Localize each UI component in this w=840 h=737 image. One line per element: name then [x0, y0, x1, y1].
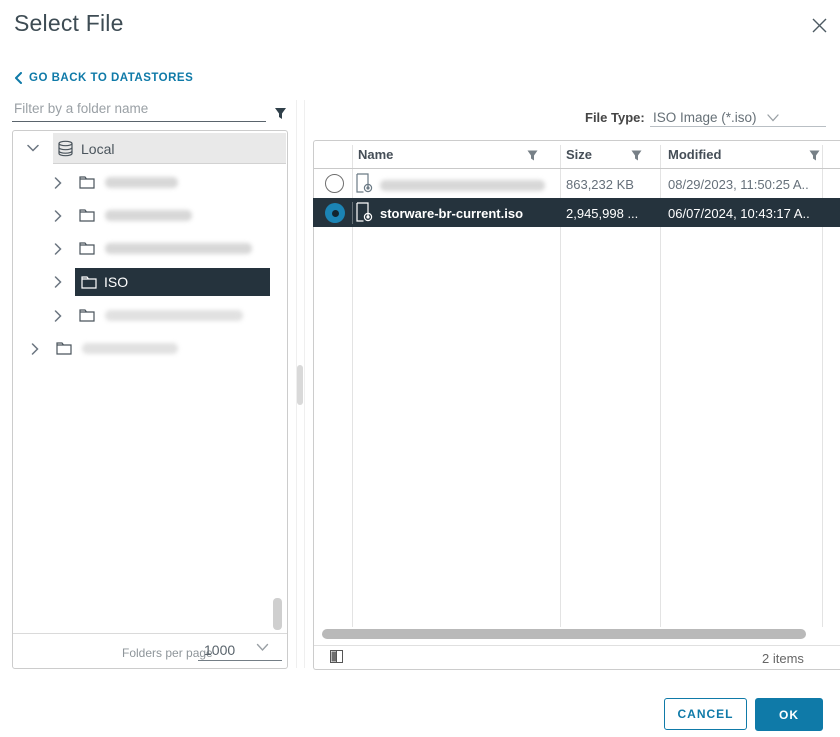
tree-root-label[interactable]: Local — [81, 141, 114, 157]
cancel-button[interactable]: CANCEL — [664, 698, 747, 730]
size-filter-funnel-icon[interactable] — [631, 150, 642, 161]
grid-footer-divider — [314, 645, 840, 646]
file-size: 2,945,998 ... — [566, 206, 638, 221]
chevron-left-icon — [14, 72, 22, 84]
folder-icon — [56, 341, 72, 355]
redacted-datastore-name[interactable] — [82, 343, 178, 354]
items-count: 2 items — [762, 651, 804, 666]
folder-icon — [79, 308, 95, 322]
page-title: Select File — [14, 10, 124, 37]
file-type-dropdown[interactable]: ISO Image (*.iso) — [653, 110, 757, 125]
tree-scroll-thumb[interactable] — [273, 598, 282, 630]
column-header-name[interactable]: Name — [358, 147, 393, 162]
file-type-label: File Type: — [585, 110, 645, 125]
iso-file-icon — [356, 173, 373, 193]
name-filter-funnel-icon[interactable] — [527, 150, 538, 161]
chevron-right-icon[interactable] — [54, 243, 62, 255]
folder-icon — [79, 241, 95, 255]
select-file-dialog: Select File GO BACK TO DATASTORES Local — [0, 0, 840, 737]
chevron-right-icon[interactable] — [54, 310, 62, 322]
folder-filter-input[interactable] — [12, 97, 266, 122]
chevron-right-icon[interactable] — [54, 177, 62, 189]
close-button[interactable] — [806, 12, 832, 38]
back-link-label: GO BACK TO DATASTORES — [29, 72, 193, 84]
chevron-right-icon[interactable] — [54, 210, 62, 222]
close-icon — [812, 18, 827, 33]
folders-per-page-underline — [198, 660, 282, 661]
file-radio-unselected[interactable] — [325, 174, 344, 193]
column-header-size[interactable]: Size — [566, 147, 592, 162]
redacted-folder-name[interactable] — [105, 310, 243, 321]
file-name: storware-br-current.iso — [380, 206, 523, 221]
file-type-underline — [650, 126, 826, 127]
chevron-right-icon[interactable] — [31, 343, 39, 355]
folder-icon — [79, 175, 95, 189]
folder-icon — [79, 208, 95, 222]
chevron-down-icon[interactable] — [256, 643, 269, 652]
panel-divider-scroll-thumb[interactable] — [297, 365, 303, 405]
go-back-to-datastores-link[interactable]: GO BACK TO DATASTORES — [14, 72, 193, 84]
chevron-down-icon[interactable] — [767, 114, 779, 122]
chevron-right-icon[interactable] — [54, 276, 62, 288]
redacted-file-name[interactable] — [380, 180, 545, 191]
grid-hscroll-thumb[interactable] — [322, 629, 806, 639]
redacted-folder-name[interactable] — [105, 177, 178, 188]
header-bottom-border — [314, 168, 840, 169]
filter-funnel-icon[interactable] — [274, 107, 287, 120]
folders-per-page-value[interactable]: 1000 — [204, 642, 235, 658]
folder-filter — [12, 97, 272, 122]
redacted-folder-name[interactable] — [105, 210, 192, 221]
file-modified: 08/29/2023, 11:50:25 A.. — [668, 177, 809, 192]
redacted-folder-name[interactable] — [105, 243, 252, 254]
tree-item-iso-label[interactable]: ISO — [104, 274, 128, 290]
file-radio-selected[interactable] — [325, 203, 345, 223]
file-modified: 06/07/2024, 10:43:17 A.. — [668, 206, 810, 221]
datastore-icon — [57, 140, 74, 157]
folders-per-page-label: Folders per page — [122, 646, 213, 660]
column-header-modified[interactable]: Modified — [668, 147, 721, 162]
column-view-toggle-icon[interactable] — [330, 650, 343, 663]
ok-button[interactable]: OK — [755, 698, 823, 731]
chevron-down-icon[interactable] — [27, 144, 39, 152]
file-size: 863,232 KB — [566, 177, 634, 192]
iso-file-icon — [356, 202, 373, 222]
column-separator — [352, 202, 353, 224]
folder-icon — [81, 275, 97, 289]
modified-filter-funnel-icon[interactable] — [809, 150, 820, 161]
tree-footer-divider — [13, 633, 287, 634]
